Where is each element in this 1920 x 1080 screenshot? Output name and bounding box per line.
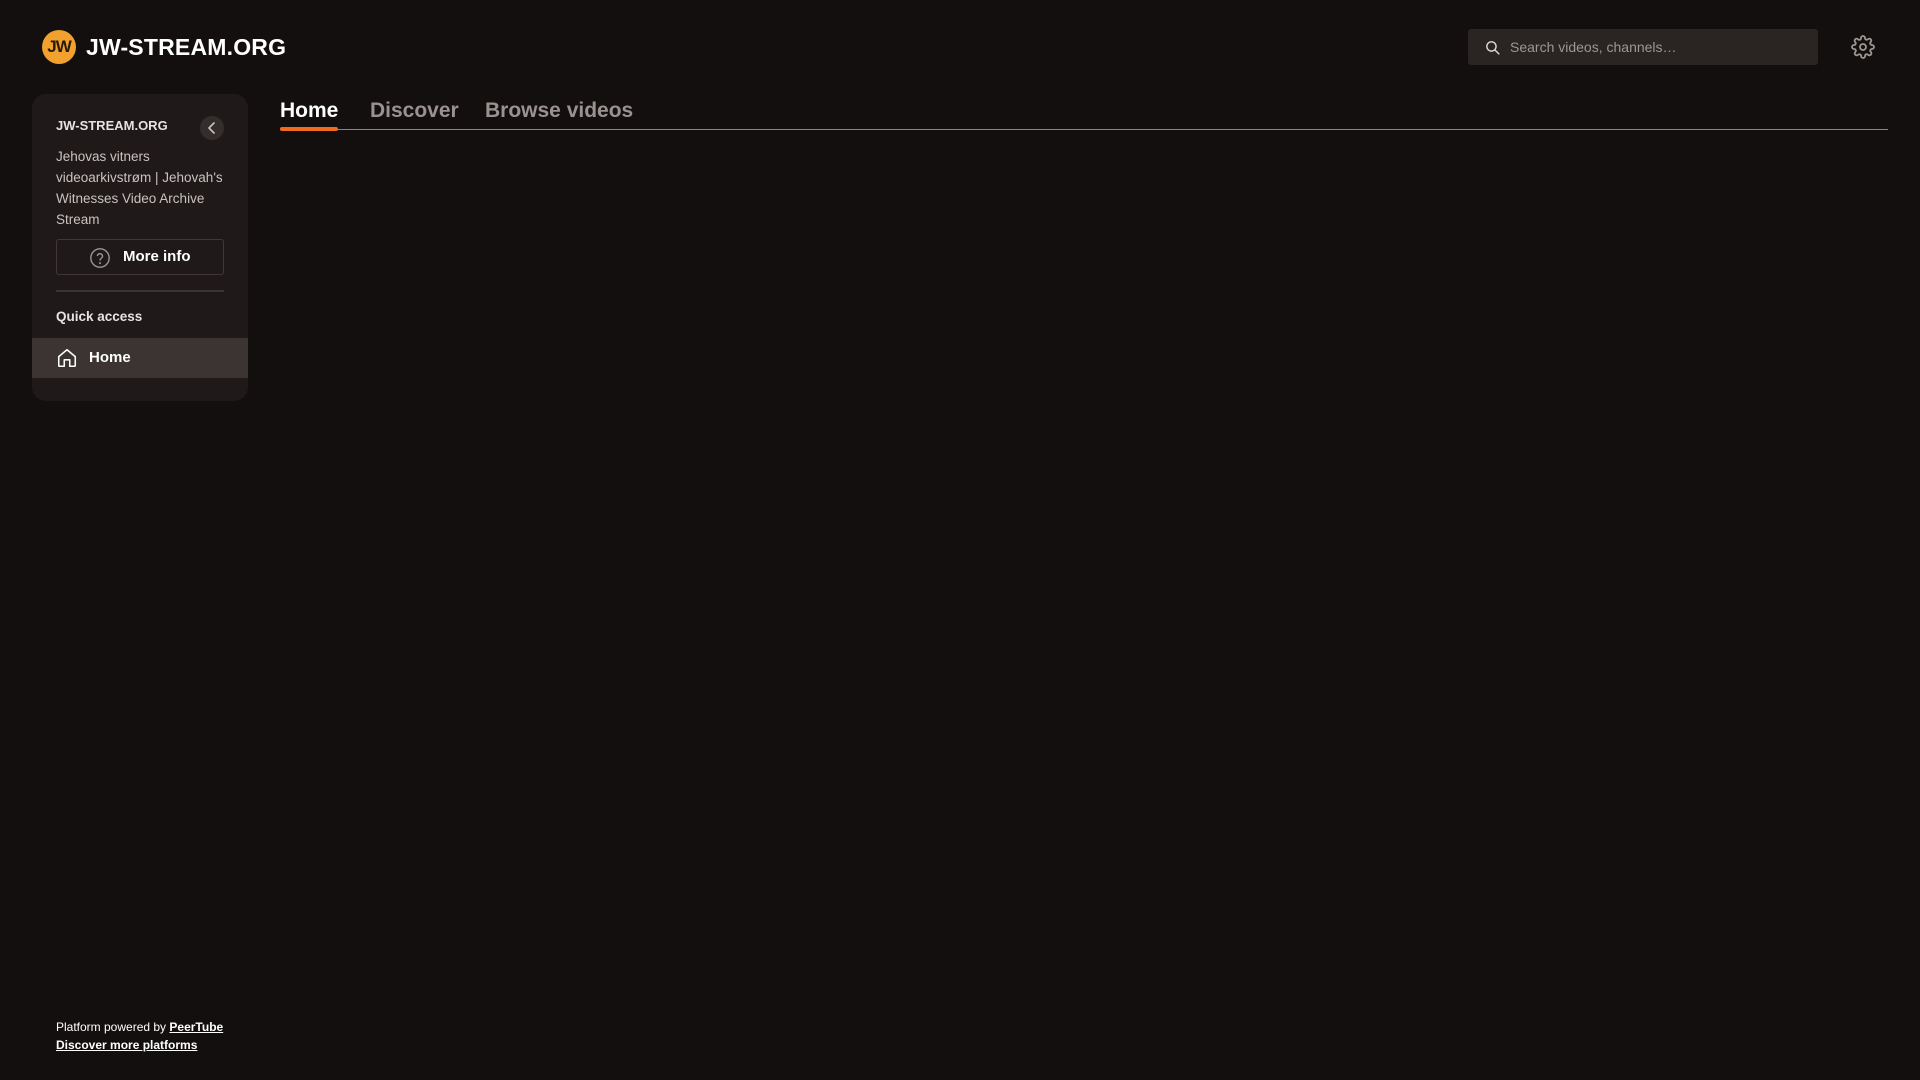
powered-by-line: Platform powered by PeerTube [56, 1018, 223, 1036]
peertube-link[interactable]: PeerTube [169, 1020, 223, 1034]
tab-browse-videos[interactable]: Browse videos [485, 98, 633, 124]
site-logo[interactable]: JW [42, 30, 76, 64]
sidebar: JW-STREAM.ORG Jehovas vitners videoarkiv… [32, 94, 248, 401]
powered-by-text: Platform powered by [56, 1020, 167, 1034]
sidebar-instance-name: JW-STREAM.ORG [56, 118, 168, 133]
sidebar-item-home[interactable]: Home [32, 338, 248, 378]
active-tab-indicator [280, 127, 338, 131]
search-input[interactable] [1510, 29, 1810, 65]
question-circle-icon [90, 248, 110, 268]
tab-discover[interactable]: Discover [370, 98, 459, 124]
discover-line: Discover more platforms [56, 1036, 223, 1054]
quick-access-heading: Quick access [56, 309, 143, 324]
main-tabs: Home Discover Browse videos [280, 93, 1888, 131]
discover-platforms-link[interactable]: Discover more platforms [56, 1038, 197, 1052]
search-box[interactable] [1468, 29, 1818, 65]
sidebar-divider [56, 290, 224, 292]
home-icon [57, 348, 77, 368]
tab-home[interactable]: Home [280, 98, 338, 124]
sidebar-item-label: Home [89, 349, 131, 366]
chevron-left-icon [208, 122, 215, 134]
instance-description: Jehovas vitners videoarkivstrøm | Jehova… [56, 149, 223, 227]
top-header: JW JW-STREAM.ORG [0, 0, 1920, 93]
sidebar-footer: Platform powered by PeerTube Discover mo… [56, 1018, 223, 1054]
more-info-label: More info [123, 248, 191, 265]
collapse-sidebar-button[interactable] [200, 116, 224, 140]
search-icon [1486, 41, 1500, 55]
gear-icon[interactable] [1851, 35, 1875, 59]
site-title[interactable]: JW-STREAM.ORG [86, 32, 286, 62]
more-info-button[interactable]: More info [56, 239, 224, 275]
